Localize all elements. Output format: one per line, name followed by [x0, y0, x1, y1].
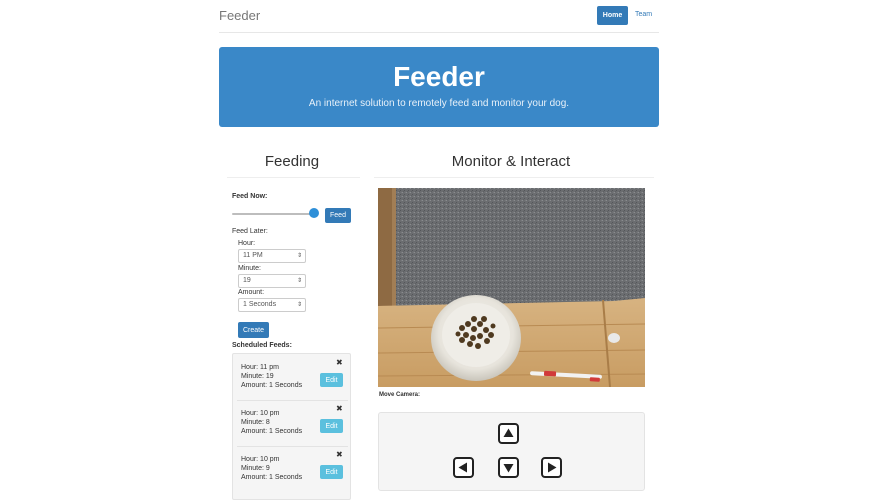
navbar-brand[interactable]: Feeder: [219, 8, 260, 23]
nav-home-link[interactable]: Home: [597, 6, 628, 25]
navbar-divider: [219, 32, 659, 33]
feed-later-label: Feed Later:: [232, 228, 268, 235]
close-icon[interactable]: ✖: [336, 358, 343, 367]
scheduled-hour: Hour: 10 pm: [241, 456, 280, 463]
feeding-divider: [227, 177, 360, 178]
scheduled-minute: Minute: 19: [241, 373, 274, 380]
scheduled-feeds-label: Scheduled Feeds:: [232, 342, 292, 349]
scheduled-feed-item: Hour: 10 pm Minute: 8 Amount: 1 Seconds …: [233, 404, 350, 447]
amount-select[interactable]: 1 Seconds ⇕: [238, 298, 306, 312]
arrow-up-icon[interactable]: [498, 423, 519, 444]
edit-button[interactable]: Edit: [320, 373, 343, 387]
jumbotron-subtitle: An internet solution to remotely feed an…: [308, 98, 570, 109]
scheduled-feed-item: Hour: 10 pm Minute: 9 Amount: 1 Seconds …: [233, 450, 350, 493]
feed-slider-track[interactable]: [232, 213, 314, 215]
scheduled-amount: Amount: 1 Seconds: [241, 474, 303, 481]
feed-button[interactable]: Feed: [325, 208, 351, 223]
scheduled-minute: Minute: 9: [241, 465, 270, 472]
hour-label: Hour:: [238, 240, 256, 247]
edit-button[interactable]: Edit: [320, 419, 343, 433]
select-caret-icon: ⇕: [296, 302, 302, 308]
minute-select-value: 19: [243, 277, 251, 284]
close-icon[interactable]: ✖: [336, 450, 343, 459]
jumbotron-title: Feeder: [393, 61, 485, 92]
feed-slider-thumb[interactable]: [309, 208, 319, 218]
scheduled-divider: [237, 446, 348, 447]
hour-select[interactable]: 11 PM ⇕: [238, 249, 306, 263]
monitor-heading: Monitor & Interact: [451, 153, 571, 170]
arrow-down-icon[interactable]: [498, 457, 519, 478]
select-caret-icon: ⇕: [296, 278, 302, 284]
hour-select-value: 11 PM: [243, 252, 263, 259]
camera-feed: [378, 188, 645, 387]
amount-label: Amount:: [238, 289, 265, 296]
arrow-left-icon[interactable]: [453, 457, 474, 478]
nav-team-link[interactable]: Team: [635, 11, 652, 18]
scheduled-hour: Hour: 10 pm: [241, 410, 280, 417]
scheduled-amount: Amount: 1 Seconds: [241, 428, 303, 435]
edit-button[interactable]: Edit: [320, 465, 343, 479]
select-caret-icon: ⇕: [296, 253, 302, 259]
arrow-right-icon[interactable]: [541, 457, 562, 478]
monitor-divider: [374, 177, 654, 178]
minute-select[interactable]: 19 ⇕: [238, 274, 306, 288]
camera-image: [378, 188, 645, 387]
move-camera-label: Move Camera:: [379, 392, 421, 398]
minute-label: Minute:: [238, 265, 261, 272]
scheduled-divider: [237, 400, 348, 401]
amount-select-value: 1 Seconds: [243, 301, 277, 308]
scheduled-amount: Amount: 1 Seconds: [241, 382, 303, 389]
jumbotron: Feeder An internet solution to remotely …: [219, 47, 659, 127]
close-icon[interactable]: ✖: [336, 404, 343, 413]
scheduled-feed-item: Hour: 11 pm Minute: 19 Amount: 1 Seconds…: [233, 358, 350, 401]
scheduled-hour: Hour: 11 pm: [241, 364, 279, 371]
scheduled-minute: Minute: 8: [241, 419, 270, 426]
scheduled-feeds-list: Hour: 11 pm Minute: 19 Amount: 1 Seconds…: [232, 353, 351, 500]
feed-now-label: Feed Now:: [232, 193, 268, 200]
feeding-heading: Feeding: [264, 153, 320, 170]
create-button[interactable]: Create: [238, 322, 269, 338]
